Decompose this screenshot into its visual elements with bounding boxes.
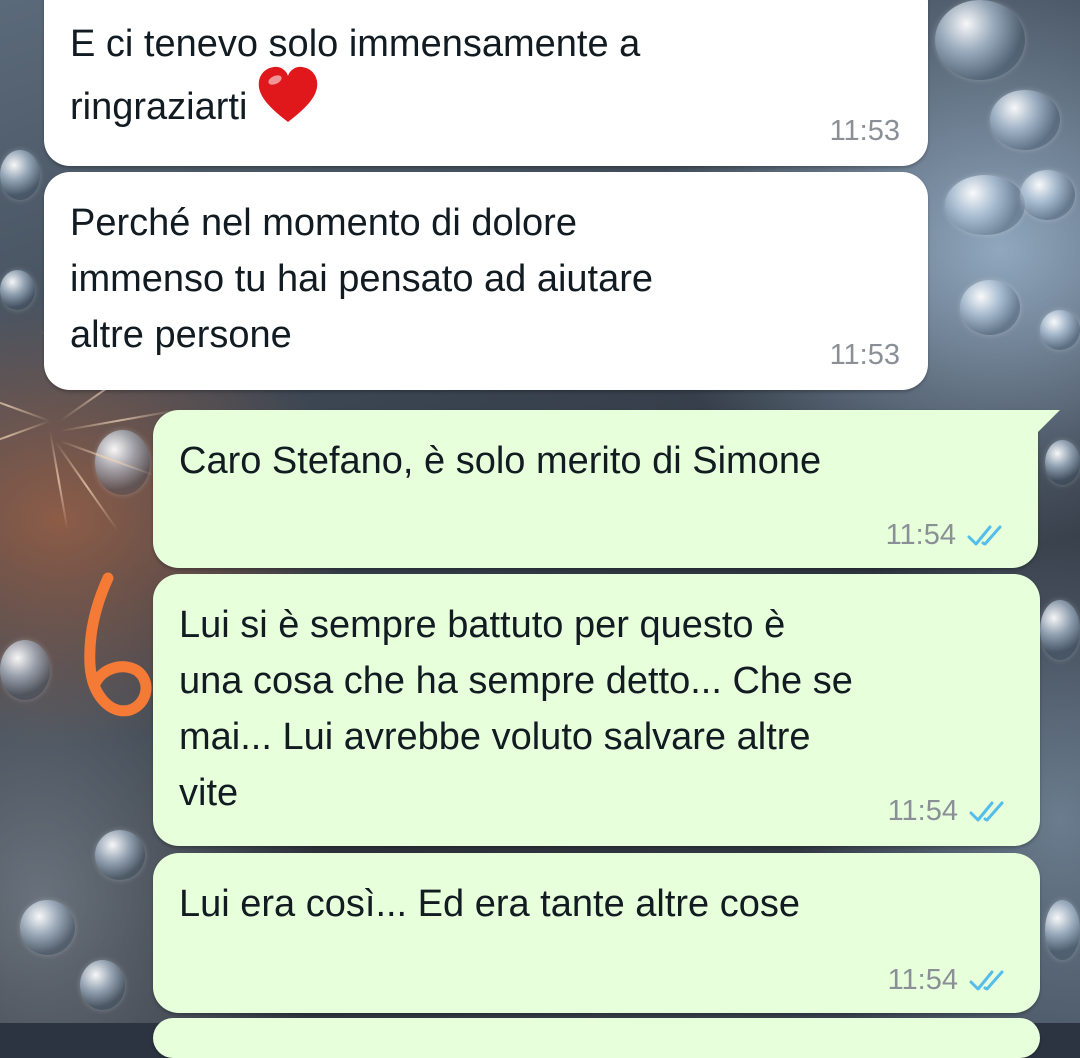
- wallpaper-dewdrop: [990, 90, 1060, 150]
- double-check-read-icon: [969, 970, 1004, 990]
- wallpaper-dewdrop: [960, 280, 1020, 335]
- message-bubble-outgoing[interactable]: Lui si è sempre battuto per questo è una…: [153, 574, 1040, 846]
- message-meta: 11:54: [888, 964, 1012, 997]
- message-bubble-outgoing-partial[interactable]: [153, 1018, 1040, 1058]
- wallpaper-dewdrop: [1040, 310, 1080, 350]
- wallpaper-dewdrop: [1045, 900, 1080, 960]
- wallpaper-strand: [0, 420, 51, 453]
- message-time: 11:54: [885, 519, 956, 551]
- wallpaper-dewdrop: [95, 830, 145, 880]
- message-time: 11:54: [887, 795, 958, 827]
- message-text: Lui si è sempre battuto per questo è una…: [179, 604, 853, 814]
- double-check-read-icon: [969, 801, 1004, 821]
- message-bubble-outgoing[interactable]: Lui era così... Ed era tante altre cose …: [153, 853, 1040, 1013]
- message-time: 11:54: [887, 964, 958, 996]
- message-meta: 11:54: [886, 519, 1010, 552]
- wallpaper-dewdrop: [20, 900, 75, 955]
- message-time: 11:53: [829, 115, 900, 147]
- message-text: Perché nel momento di dolore immenso tu …: [70, 202, 654, 356]
- wallpaper-dewdrop: [935, 0, 1025, 80]
- wallpaper-dewdrop: [0, 150, 40, 200]
- message-meta: 11:53: [830, 339, 900, 372]
- message-meta: 11:54: [888, 795, 1012, 828]
- double-check-read-icon: [967, 525, 1002, 545]
- message-time: 11:53: [829, 339, 900, 371]
- message-bubble-incoming[interactable]: Perché nel momento di dolore immenso tu …: [44, 172, 928, 390]
- message-bubble-outgoing[interactable]: Caro Stefano, è solo merito di Simone 11…: [153, 410, 1060, 568]
- wallpaper-dewdrop: [1045, 440, 1080, 485]
- message-text: Lui era così... Ed era tante altre cose: [179, 883, 801, 925]
- wallpaper-dewdrop: [0, 640, 50, 700]
- message-bubble-incoming[interactable]: E ci tenevo solo immensamente a ringrazi…: [44, 0, 928, 166]
- wallpaper-dewdrop: [1040, 600, 1080, 660]
- red-heart-icon: [257, 66, 319, 140]
- message-text: E ci tenevo solo immensamente a ringrazi…: [70, 16, 902, 146]
- message-text: Caro Stefano, è solo merito di Simone: [179, 440, 822, 482]
- message-meta: 11:53: [830, 115, 900, 148]
- wallpaper-strand: [0, 389, 51, 422]
- handwritten-number-annotation: [84, 572, 152, 717]
- wallpaper-dewdrop: [0, 270, 35, 310]
- wallpaper-dewdrop: [945, 175, 1025, 235]
- bubble-tail: [1038, 410, 1060, 432]
- wallpaper-dewdrop: [1020, 170, 1075, 220]
- wallpaper-dewdrop: [80, 960, 125, 1010]
